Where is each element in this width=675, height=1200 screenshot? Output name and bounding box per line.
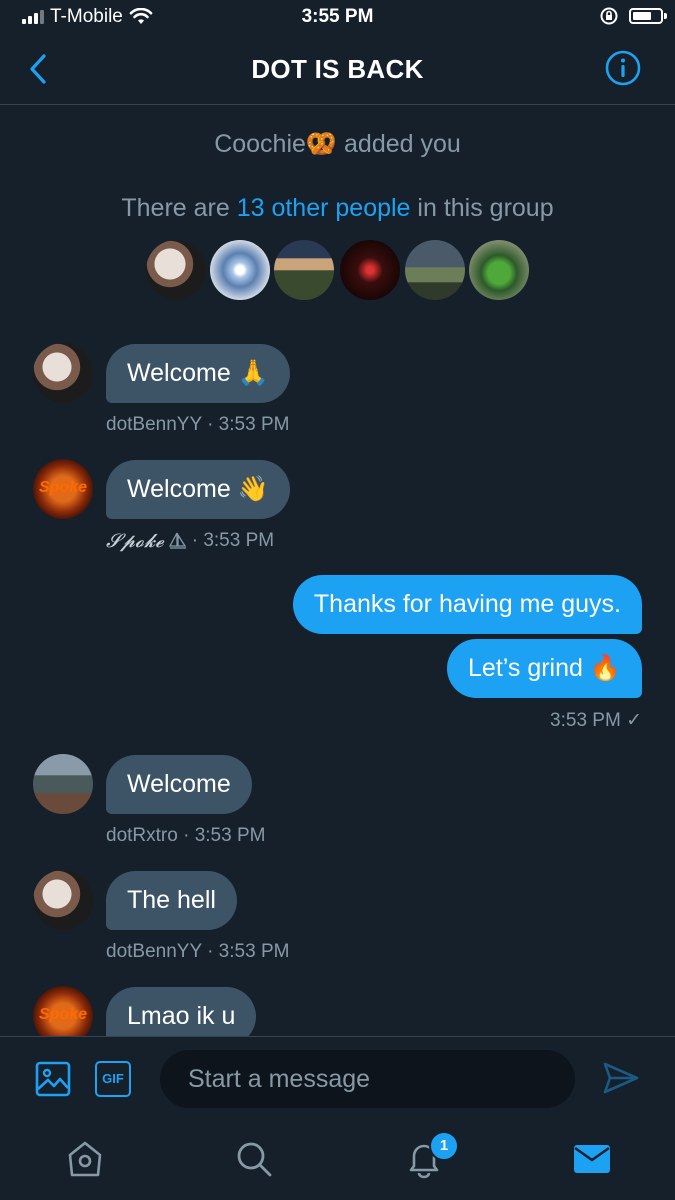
- adder-name[interactable]: Coochie: [214, 130, 306, 158]
- pretzel-emoji: 🥨: [305, 130, 338, 158]
- conversation-title: DOT IS BACK: [251, 54, 424, 84]
- image-icon[interactable]: [35, 1061, 71, 1097]
- status-right: [599, 6, 667, 26]
- sender-name[interactable]: 𝓢𝓹𝓸𝓴𝓮: [106, 530, 164, 552]
- group-notice-suffix: in this group: [417, 194, 554, 222]
- message-clip: Spoke Lmao ik u: [0, 986, 675, 1036]
- notification-count-badge: 1: [429, 1131, 459, 1161]
- conversation-header: DOT IS BACK: [0, 34, 675, 105]
- sender-avatar[interactable]: [33, 754, 93, 814]
- message-composer: GIF Start a message: [0, 1036, 675, 1121]
- sender-avatar[interactable]: Spoke: [33, 986, 93, 1036]
- outgoing-message-bubble[interactable]: Thanks for having me guys.: [292, 575, 642, 634]
- member-avatar[interactable]: [274, 240, 334, 300]
- message-bubble[interactable]: Welcome 🙏: [106, 344, 290, 403]
- home-icon[interactable]: [66, 1139, 104, 1179]
- sender-name[interactable]: dotRxtro: [106, 825, 178, 846]
- outgoing-message-bubble[interactable]: Let’s grind 🔥: [447, 639, 642, 698]
- message-meta: dotRxtro · 3:53 PM: [106, 825, 265, 847]
- status-bar: T-Mobile 3:55 PM: [0, 0, 675, 34]
- orientation-lock-icon: [600, 7, 618, 25]
- message-time: · 3:53 PM: [207, 414, 290, 435]
- sender-name[interactable]: dotBennYY: [106, 941, 202, 962]
- battery-level: [633, 12, 651, 20]
- sailboat-icon: [168, 532, 186, 549]
- member-avatar[interactable]: [146, 240, 206, 300]
- send-icon[interactable]: [602, 1061, 640, 1095]
- info-icon[interactable]: [605, 50, 641, 86]
- group-notice-prefix: There are: [121, 194, 230, 222]
- group-members-notice: There are 13 other people in this group: [0, 194, 675, 223]
- message-time: 3:53 PM: [550, 710, 621, 731]
- message-time: · 3:53 PM: [183, 825, 266, 846]
- message-meta: 𝓢𝓹𝓸𝓴𝓮 · 3:53 PM: [106, 530, 274, 552]
- message-bubble[interactable]: Welcome 👋: [106, 460, 290, 519]
- outgoing-message-meta: 3:53 PM ✓: [550, 709, 642, 732]
- message-meta: dotBennYY · 3:53 PM: [106, 414, 289, 436]
- message-bubble[interactable]: Lmao ik u: [106, 987, 257, 1036]
- sender-avatar[interactable]: [33, 870, 93, 930]
- message-input[interactable]: Start a message: [160, 1050, 575, 1108]
- gif-button[interactable]: GIF: [95, 1061, 131, 1097]
- added-you-text: added you: [344, 130, 461, 158]
- message-bubble[interactable]: The hell: [106, 871, 237, 930]
- member-avatar[interactable]: [340, 240, 400, 300]
- added-you-notice: Coochie🥨 added you: [0, 130, 675, 159]
- read-status-check-icon: ✓: [626, 710, 642, 731]
- group-members-link[interactable]: 13 other people: [237, 194, 411, 222]
- battery-icon: [629, 8, 667, 24]
- member-avatar[interactable]: [469, 240, 529, 300]
- member-avatar[interactable]: [210, 240, 270, 300]
- member-avatar[interactable]: [405, 240, 465, 300]
- message-time: · 3:53 PM: [191, 530, 275, 551]
- avatar-text: Spoke: [38, 479, 87, 496]
- message-meta: dotBennYY · 3:53 PM: [106, 941, 289, 963]
- search-icon[interactable]: [235, 1140, 273, 1178]
- sender-name[interactable]: dotBennYY: [106, 414, 202, 435]
- status-time: 3:55 PM: [301, 6, 374, 27]
- bottom-tab-bar: 1: [0, 1120, 675, 1200]
- message-bubble[interactable]: Welcome: [106, 755, 252, 814]
- message-time: · 3:53 PM: [207, 941, 290, 962]
- sender-avatar[interactable]: Spoke: [33, 459, 93, 519]
- avatar-text: Spoke: [38, 1006, 87, 1023]
- sender-avatar[interactable]: [33, 343, 93, 403]
- messages-envelope-icon[interactable]: [573, 1144, 611, 1174]
